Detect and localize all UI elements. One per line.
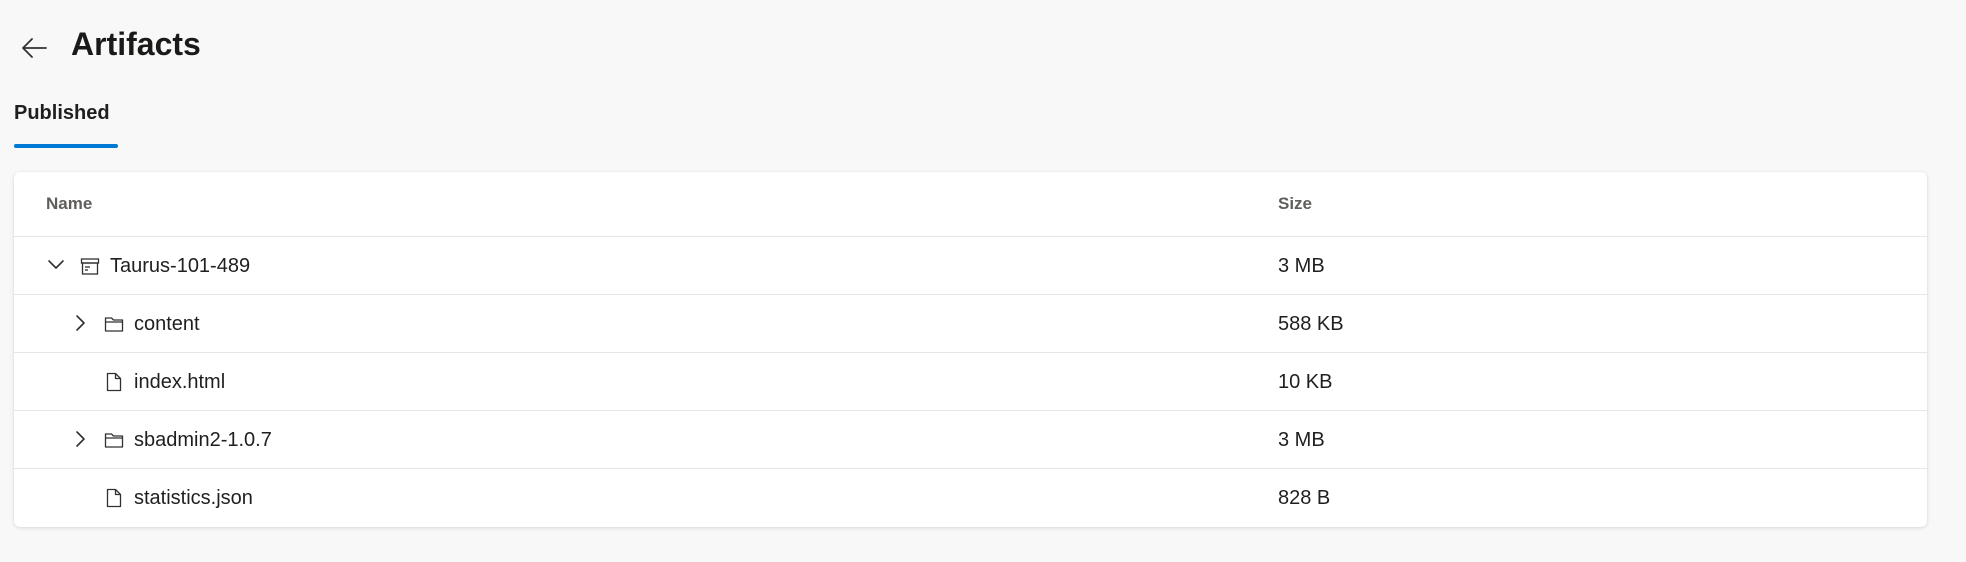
folder-icon bbox=[102, 428, 126, 452]
table-row[interactable]: sbadmin2-1.0.7 3 MB bbox=[14, 411, 1927, 469]
file-name[interactable]: statistics.json bbox=[134, 485, 253, 511]
file-icon bbox=[102, 370, 126, 394]
folder-size: 3 MB bbox=[1278, 429, 1325, 451]
back-button[interactable] bbox=[14, 30, 54, 70]
tab-bar: Published bbox=[14, 96, 118, 148]
folder-icon bbox=[102, 312, 126, 336]
chevron-right-icon[interactable] bbox=[68, 427, 92, 451]
table-header-row: Name Size bbox=[14, 172, 1927, 237]
file-icon bbox=[102, 486, 126, 510]
chevron-down-icon[interactable] bbox=[44, 253, 68, 277]
artifact-size: 3 MB bbox=[1278, 255, 1325, 277]
arrow-left-icon bbox=[19, 33, 49, 68]
file-size: 828 B bbox=[1278, 487, 1331, 509]
table-row[interactable]: statistics.json 828 B bbox=[14, 469, 1927, 526]
folder-name[interactable]: sbadmin2-1.0.7 bbox=[134, 427, 272, 453]
tab-published[interactable]: Published bbox=[14, 96, 110, 130]
tab-label: Published bbox=[14, 102, 110, 124]
table-row[interactable]: Taurus-101-489 3 MB bbox=[14, 237, 1927, 295]
folder-name[interactable]: content bbox=[134, 311, 200, 337]
table-row[interactable]: content 588 KB bbox=[14, 295, 1927, 353]
file-name[interactable]: index.html bbox=[134, 369, 225, 395]
tab-selected-indicator bbox=[14, 144, 118, 148]
chevron-right-icon[interactable] bbox=[68, 311, 92, 335]
column-header-size[interactable]: Size bbox=[1278, 193, 1312, 215]
artifact-package-icon bbox=[78, 254, 102, 278]
folder-size: 588 KB bbox=[1278, 313, 1344, 335]
page-title: Artifacts bbox=[71, 26, 201, 62]
table-row[interactable]: index.html 10 KB bbox=[14, 353, 1927, 411]
artifacts-table: Name Size Taurus-101-489 3 MB content 58… bbox=[14, 172, 1927, 527]
page-header: Artifacts bbox=[0, 0, 1966, 90]
artifact-name[interactable]: Taurus-101-489 bbox=[110, 253, 250, 279]
file-size: 10 KB bbox=[1278, 371, 1333, 393]
column-header-name[interactable]: Name bbox=[46, 193, 92, 215]
